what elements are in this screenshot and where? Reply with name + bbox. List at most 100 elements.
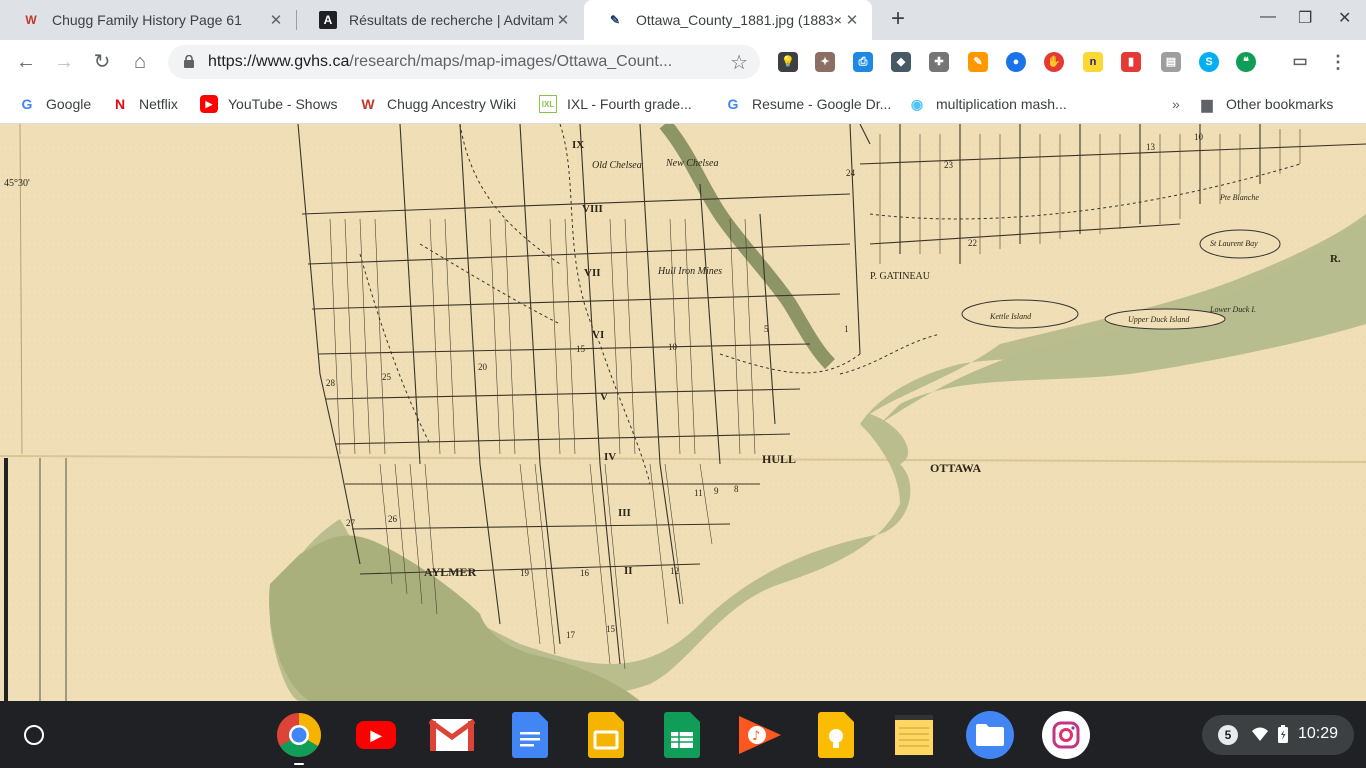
keep-app-icon[interactable] [812,711,860,759]
youtube-icon: ▶ [200,95,218,113]
advitam-favicon-icon: A [319,11,337,29]
play-music-app-icon[interactable]: ♪ [736,711,784,759]
bookmark-label: YouTube - Shows [228,96,338,112]
map-paper [0,124,1366,701]
bookmark-star-icon[interactable]: ☆ [730,50,748,75]
lot-number: 26 [388,514,398,524]
files-app-icon[interactable] [966,711,1014,759]
os-shelf: ▶ ♪ 5 10:29 [0,701,1366,768]
extension-skype-icon[interactable]: S [1199,52,1219,72]
tab-title: Chugg Family History Page 61 [52,12,242,28]
map-image[interactable]: HULL AYLMER OTTAWA P. GATINEAU Old Chels… [0,124,1366,701]
extension-hangouts-icon[interactable]: ❝ [1236,52,1256,72]
chrome-app-icon[interactable] [275,711,323,759]
tab-ottawa-county[interactable]: ✎ Ottawa_County_1881.jpg (1883× ✕ [584,0,872,40]
lot-number: 15 [606,624,616,634]
minimize-button[interactable]: — [1260,8,1276,26]
extension-puzzle-icon[interactable]: ✚ [929,52,949,72]
tab-chugg-family[interactable]: W Chugg Family History Page 61 ✕ [0,0,296,40]
wifi-icon [1252,727,1268,741]
bookmark-chugg-wiki[interactable]: W Chugg Ancestry Wiki [359,92,516,116]
notes-app-icon[interactable] [890,711,938,759]
pte-blanche-label: Pte Blanche [1219,193,1259,202]
bookmark-resume[interactable]: G Resume - Google Dr... [724,92,892,116]
bookmark-ixl[interactable]: IXL IXL - Fourth grade... [539,92,692,116]
docs-app-icon[interactable] [506,711,554,759]
wiki-icon: W [361,96,375,112]
lot-number: 5 [764,324,769,334]
river-r-label: R. [1330,253,1341,265]
gmail-logo-icon [428,718,476,751]
extension-lightbulb-icon[interactable]: 💡 [778,52,798,72]
close-window-button[interactable]: ✕ [1338,8,1351,28]
extension-sheep-icon[interactable]: ✦ [815,52,835,72]
home-button[interactable]: ⌂ [128,50,152,74]
lot-number: 17 [566,630,576,640]
lot-number: 25 [382,372,392,382]
tab-title: Résultats de recherche | Advitam [349,12,553,28]
extension-adblock-icon[interactable]: ✋ [1044,52,1064,72]
range-label: VIII [582,203,603,215]
new-chelsea-label: New Chelsea [665,158,719,169]
restore-button[interactable]: ❐ [1298,8,1312,28]
back-button[interactable]: ← [14,50,38,74]
range-label: IV [604,451,616,463]
image-favicon-icon: ✎ [609,13,621,27]
extension-printer-icon[interactable]: ⎙ [853,52,873,72]
sheets-logo-icon [664,712,700,758]
extension-pdf-icon[interactable]: ▮ [1121,52,1141,72]
new-tab-button[interactable]: + [884,6,912,34]
range-label: II [624,565,633,577]
lot-number: 10 [668,342,678,352]
extension-doc-icon[interactable]: ▤ [1161,52,1181,72]
tab-title: Ottawa_County_1881.jpg (1883× [636,12,842,28]
extension-n-icon[interactable]: n [1083,52,1103,72]
mashup-icon: ◉ [910,95,924,112]
lot-number: 20 [478,362,488,372]
bookmark-label: Chugg Ancestry Wiki [387,96,517,112]
bookmark-youtube[interactable]: ▶ YouTube - Shows [200,92,337,116]
close-tab-icon[interactable]: ✕ [842,11,862,29]
menu-icon[interactable]: ⋮ [1328,52,1348,72]
tab-advitam[interactable]: A Résultats de recherche | Advitam ✕ [297,0,583,40]
bookmark-google[interactable]: G Google [18,92,92,116]
other-bookmarks-folder[interactable]: ▆ Other bookmarks [1198,92,1334,116]
range-label: III [618,507,631,519]
forward-button[interactable]: → [52,50,76,74]
youtube-app-icon[interactable]: ▶ [352,711,400,759]
launcher-button[interactable] [24,725,44,745]
instagram-app-icon[interactable] [1042,711,1090,759]
extension-profile-icon[interactable]: ● [1006,52,1026,72]
reload-button[interactable]: ↻ [90,50,114,74]
bookmarks-overflow-button[interactable]: » [1172,92,1180,116]
lot-number: 12 [670,566,679,576]
bookmark-label: Netflix [139,96,178,112]
bookmark-label: multiplication mash... [936,96,1067,112]
kettle-island-label: Kettle Island [989,312,1032,321]
url-host: https://www.gvhs.ca [208,53,350,70]
google-icon: G [727,96,739,112]
gmail-app-icon[interactable] [428,711,476,759]
lot-number: 28 [326,378,336,388]
range-label: IX [572,139,584,151]
notification-count-badge[interactable]: 5 [1218,725,1238,745]
tab-strip: W Chugg Family History Page 61 ✕ A Résul… [0,0,1366,40]
extension-brush-icon[interactable]: ✎ [968,52,988,72]
lot-number: 27 [346,518,356,528]
hull-label: HULL [762,452,796,466]
lower-duck-label: Lower Duck I. [1209,305,1256,314]
extension-paint-icon[interactable]: ◆ [891,52,911,72]
google-icon: G [21,96,33,112]
sheets-app-icon[interactable] [658,711,706,759]
close-tab-icon[interactable]: ✕ [553,11,573,29]
cast-icon[interactable]: ▭ [1290,52,1310,72]
st-laurent-label: St Laurent Bay [1210,239,1258,248]
old-chelsea-label: Old Chelsea [592,160,642,171]
status-tray[interactable]: 5 10:29 [1202,715,1354,755]
address-bar[interactable]: https://www.gvhs.ca/research/maps/map-im… [168,45,760,79]
bookmark-netflix[interactable]: N Netflix [111,92,178,116]
bookmark-multiplication[interactable]: ◉ multiplication mash... [908,92,1067,116]
slides-app-icon[interactable] [582,711,630,759]
lot-number: 16 [580,568,590,578]
close-tab-icon[interactable]: ✕ [266,11,286,29]
